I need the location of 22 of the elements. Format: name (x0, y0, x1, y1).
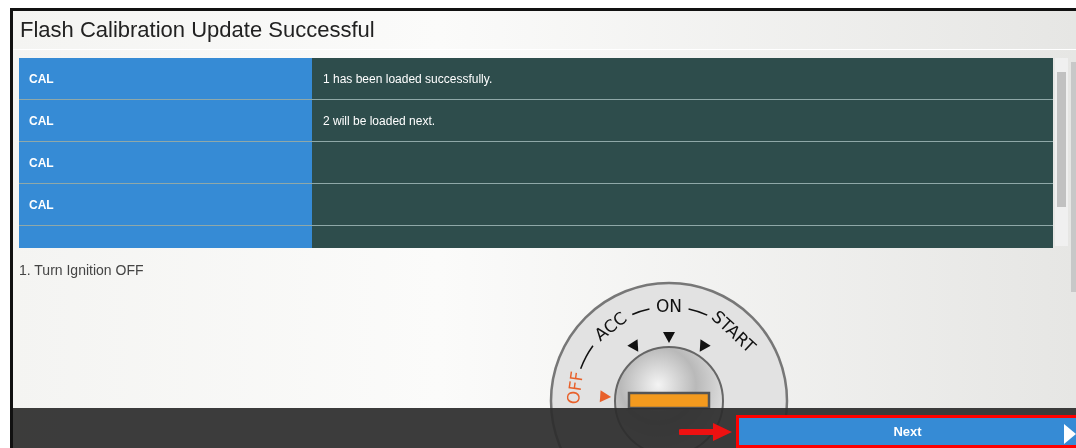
triangle-icon (627, 339, 639, 352)
position-label: OFF (562, 370, 588, 406)
instruction-text: 1. Turn Ignition OFF (19, 262, 145, 278)
next-button[interactable]: Next (736, 415, 1076, 448)
arc-line (631, 308, 651, 316)
scrollbar[interactable] (1055, 58, 1068, 246)
arc-line (579, 345, 594, 370)
label-cell: CAL (19, 142, 312, 183)
label-cell: CAL (19, 58, 312, 99)
triangle-icon (663, 332, 675, 343)
play-icon (1064, 424, 1076, 444)
arrow-icon (679, 422, 733, 442)
scrollbar[interactable] (1071, 62, 1076, 292)
triangle-icon (599, 390, 612, 403)
triangle-icon (699, 339, 711, 352)
arc-line (687, 308, 708, 316)
message-cell: 2 will be loaded next. (312, 100, 1054, 141)
label-cell: CAL (19, 100, 312, 141)
message-cell: 1 has been loaded successfully. (312, 58, 1054, 99)
label-cell: CAL (19, 184, 312, 225)
position-label: ON (655, 296, 683, 316)
window-title: Flash Calibration Update Successful (20, 17, 375, 43)
